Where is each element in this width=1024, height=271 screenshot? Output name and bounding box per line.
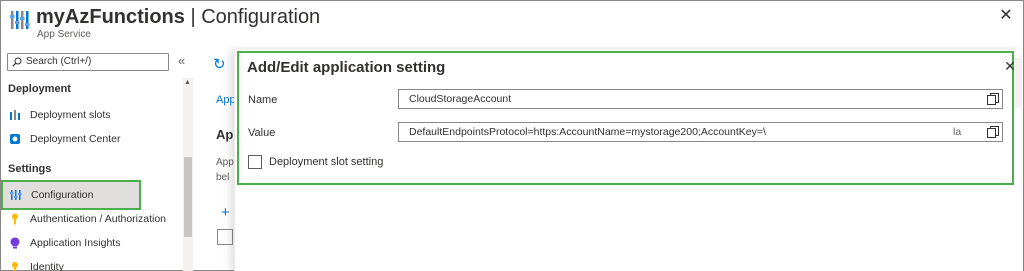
name-label: Name (248, 94, 278, 106)
section-description: App bel (216, 155, 234, 185)
refresh-icon[interactable]: ↻ (213, 55, 226, 73)
sidebar-item-label: Authentication / Authorization (30, 213, 167, 225)
sidebar-item-label: Configuration (31, 189, 94, 201)
configuration-icon (9, 188, 23, 202)
sidebar-item-authentication[interactable]: Authentication / Authorization (2, 208, 182, 230)
page-subtitle: App Service (37, 29, 91, 40)
sidebar-item-label: Identity (30, 261, 64, 271)
search-icon (12, 57, 22, 67)
sidebar-item-label: Deployment Center (30, 133, 121, 145)
search-placeholder: Search (Ctrl+/) (26, 56, 92, 67)
page-title: myAzFunctions | Configuration (36, 5, 320, 29)
filter-button[interactable] (217, 229, 233, 245)
page-title-text: Configuration (201, 6, 321, 28)
value-text: DefaultEndpointsProtocol=https:AccountNa… (409, 126, 766, 138)
name-value: CloudStorageAccount (409, 93, 512, 105)
dialog-title: Add/Edit application setting (247, 59, 446, 76)
deployment-slots-icon (8, 108, 22, 122)
value-field[interactable]: DefaultEndpointsProtocol=https:AccountNa… (398, 122, 1003, 142)
close-icon[interactable]: ✕ (998, 8, 1014, 24)
copy-icon[interactable] (986, 125, 1000, 139)
search-input[interactable]: Search (Ctrl+/) (7, 53, 169, 71)
section-deployment: Deployment (8, 83, 71, 95)
description-line: App (216, 157, 234, 168)
add-icon[interactable]: + (221, 204, 230, 221)
sidebar-item-configuration[interactable]: Configuration (1, 180, 141, 210)
value-tail: la (953, 126, 962, 138)
sidebar-item-deployment-center[interactable]: Deployment Center (2, 128, 182, 150)
app-name: myAzFunctions (36, 6, 185, 28)
title-separator: | (184, 6, 202, 28)
app-service-icon (10, 11, 30, 29)
name-field[interactable]: CloudStorageAccount (398, 89, 1003, 109)
identity-icon (8, 260, 22, 271)
sidebar-item-application-insights[interactable]: Application Insights (2, 232, 182, 254)
sidebar-scroll-thumb[interactable] (184, 157, 192, 237)
scroll-up-icon[interactable]: ▲ (184, 79, 191, 86)
copy-icon[interactable] (986, 92, 1000, 106)
deployment-center-icon (8, 132, 22, 146)
sidebar-item-identity[interactable]: Identity (2, 256, 182, 271)
key-icon (8, 212, 22, 226)
close-icon[interactable]: ✕ (1003, 58, 1017, 75)
section-heading: Ap (216, 127, 234, 142)
sidebar-item-label: Application Insights (30, 237, 121, 249)
sidebar-item-label: Deployment slots (30, 109, 111, 121)
value-label: Value (248, 127, 276, 139)
section-settings: Settings (8, 163, 52, 175)
collapse-sidebar-button[interactable]: « (178, 53, 185, 68)
deployment-slot-setting-checkbox[interactable] (248, 155, 262, 169)
deployment-slot-setting-label: Deployment slot setting (269, 156, 384, 168)
application-insights-icon (8, 236, 22, 250)
description-line: bel (216, 172, 230, 183)
sidebar-item-deployment-slots[interactable]: Deployment slots (2, 104, 182, 126)
